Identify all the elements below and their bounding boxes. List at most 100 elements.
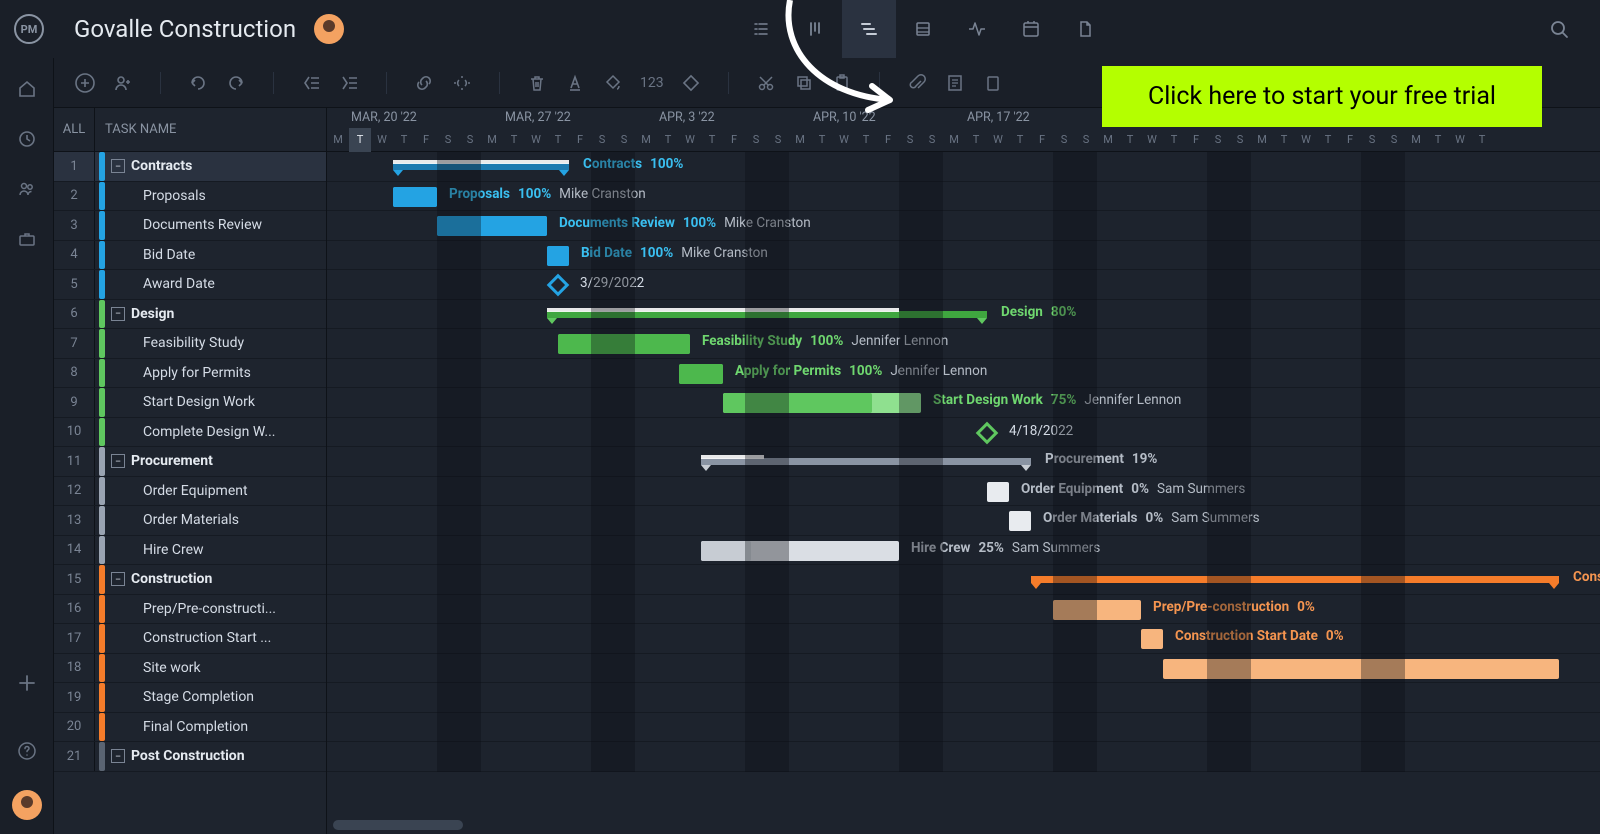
collapse-icon[interactable]: − [111,307,125,321]
delete-icon[interactable] [526,72,548,94]
task-bar[interactable] [547,246,569,266]
search-icon[interactable] [1532,0,1586,58]
gantt-body[interactable]: Contracts100%Proposals100%Mike CranstonD… [327,152,1600,772]
assign-icon[interactable] [112,72,134,94]
task-row[interactable]: 14Hire Crew [54,536,326,566]
indent-icon[interactable] [338,72,360,94]
task-bar[interactable] [1141,629,1163,649]
gantt-row[interactable] [327,654,1600,684]
task-row[interactable]: 21−Post Construction [54,742,326,772]
color-strip [99,683,105,712]
task-row[interactable]: 4Bid Date [54,241,326,271]
task-bar[interactable] [393,187,437,207]
day-cell: F [723,128,745,152]
gantt-row[interactable]: Start Design Work75%Jennifer Lennon [327,388,1600,418]
task-row[interactable]: 8Apply for Permits [54,359,326,389]
gantt-row[interactable] [327,683,1600,713]
link-icon[interactable] [413,72,435,94]
project-avatar[interactable] [314,14,344,44]
view-calendar-icon[interactable] [1004,0,1058,58]
task-row[interactable]: 7Feasibility Study [54,329,326,359]
task-bar[interactable] [1009,511,1031,531]
task-row[interactable]: 20Final Completion [54,713,326,743]
task-row[interactable]: 2Proposals [54,182,326,212]
day-cell: T [1273,128,1295,152]
collapse-icon[interactable]: − [111,159,125,173]
task-row[interactable]: 9Start Design Work [54,388,326,418]
task-row[interactable]: 12Order Equipment [54,477,326,507]
view-activity-icon[interactable] [950,0,1004,58]
task-bar[interactable] [679,364,723,384]
recent-icon[interactable] [16,128,38,150]
view-files-icon[interactable] [1058,0,1112,58]
summary-bar[interactable] [393,163,569,170]
number-format-label[interactable]: 123 [640,75,664,91]
gantt-row[interactable]: Prep/Pre-construction0% [327,595,1600,625]
task-row[interactable]: 6−Design [54,300,326,330]
gantt-row[interactable]: Contracts100% [327,152,1600,182]
help-icon[interactable] [16,740,38,762]
color-strip [99,536,105,565]
gantt-row[interactable]: Proposals100%Mike Cranston [327,182,1600,212]
undo-icon[interactable] [187,72,209,94]
outdent-icon[interactable] [300,72,322,94]
fill-icon[interactable] [602,72,624,94]
note-icon[interactable] [944,72,966,94]
day-cell: T [1009,128,1031,152]
horizontal-scrollbar[interactable] [333,820,463,830]
cta-banner[interactable]: Click here to start your free trial [1102,66,1542,127]
gantt-row[interactable]: Order Materials0%Sam Summers [327,506,1600,536]
col-all-header[interactable]: ALL [54,108,95,151]
task-row[interactable]: 18Site work [54,654,326,684]
task-row[interactable]: 16Prep/Pre-constructi... [54,595,326,625]
gantt-panel[interactable]: MAR, 20 '22MAR, 27 '22APR, 3 '22APR, 10 … [327,108,1600,834]
app-logo[interactable]: PM [14,14,44,44]
gantt-row[interactable]: Procurement19% [327,447,1600,477]
gantt-row[interactable]: Hire Crew25%Sam Summers [327,536,1600,566]
gantt-row[interactable]: Construction Start Date0% [327,624,1600,654]
team-icon[interactable] [16,178,38,200]
task-row[interactable]: 3Documents Review [54,211,326,241]
summary-bar[interactable] [1031,576,1559,583]
task-bar[interactable] [701,541,899,561]
task-bar[interactable] [987,482,1009,502]
milestone-icon[interactable] [680,72,702,94]
collapse-icon[interactable]: − [111,454,125,468]
day-cell: F [415,128,437,152]
project-title[interactable]: Govalle Construction [74,15,296,43]
gantt-row[interactable]: 3/29/2022 [327,270,1600,300]
home-icon[interactable] [16,78,38,100]
gantt-row[interactable]: 4/18/2022 [327,418,1600,448]
task-row[interactable]: 15−Construction [54,565,326,595]
task-row[interactable]: 11−Procurement [54,447,326,477]
user-avatar[interactable] [12,790,42,820]
col-name-header[interactable]: TASK NAME [95,122,326,137]
gantt-row[interactable]: Documents Review100%Mike Cranston [327,211,1600,241]
milestone-icon[interactable] [547,274,570,297]
gantt-row[interactable] [327,742,1600,772]
gantt-row[interactable]: Feasibility Study100%Jennifer Lennon [327,329,1600,359]
briefcase-icon[interactable] [16,228,38,250]
gantt-row[interactable]: Construction [327,565,1600,595]
task-row[interactable]: 13Order Materials [54,506,326,536]
gantt-row[interactable]: Design80% [327,300,1600,330]
task-row[interactable]: 19Stage Completion [54,683,326,713]
collapse-icon[interactable]: − [111,572,125,586]
task-row[interactable]: 5Award Date [54,270,326,300]
collapse-icon[interactable]: − [111,749,125,763]
task-row[interactable]: 10Complete Design W... [54,418,326,448]
unlink-icon[interactable] [451,72,473,94]
gantt-row[interactable] [327,713,1600,743]
day-cell: W [987,128,1009,152]
redo-icon[interactable] [225,72,247,94]
milestone-icon[interactable] [976,421,999,444]
clipboard-icon[interactable] [982,72,1004,94]
task-row[interactable]: 1−Contracts [54,152,326,182]
gantt-row[interactable]: Apply for Permits100%Jennifer Lennon [327,359,1600,389]
task-row[interactable]: 17Construction Start ... [54,624,326,654]
gantt-row[interactable]: Order Equipment0%Sam Summers [327,477,1600,507]
add-icon[interactable] [16,672,38,694]
add-task-icon[interactable] [74,72,96,94]
text-style-icon[interactable] [564,72,586,94]
gantt-row[interactable]: Bid Date100%Mike Cranston [327,241,1600,271]
